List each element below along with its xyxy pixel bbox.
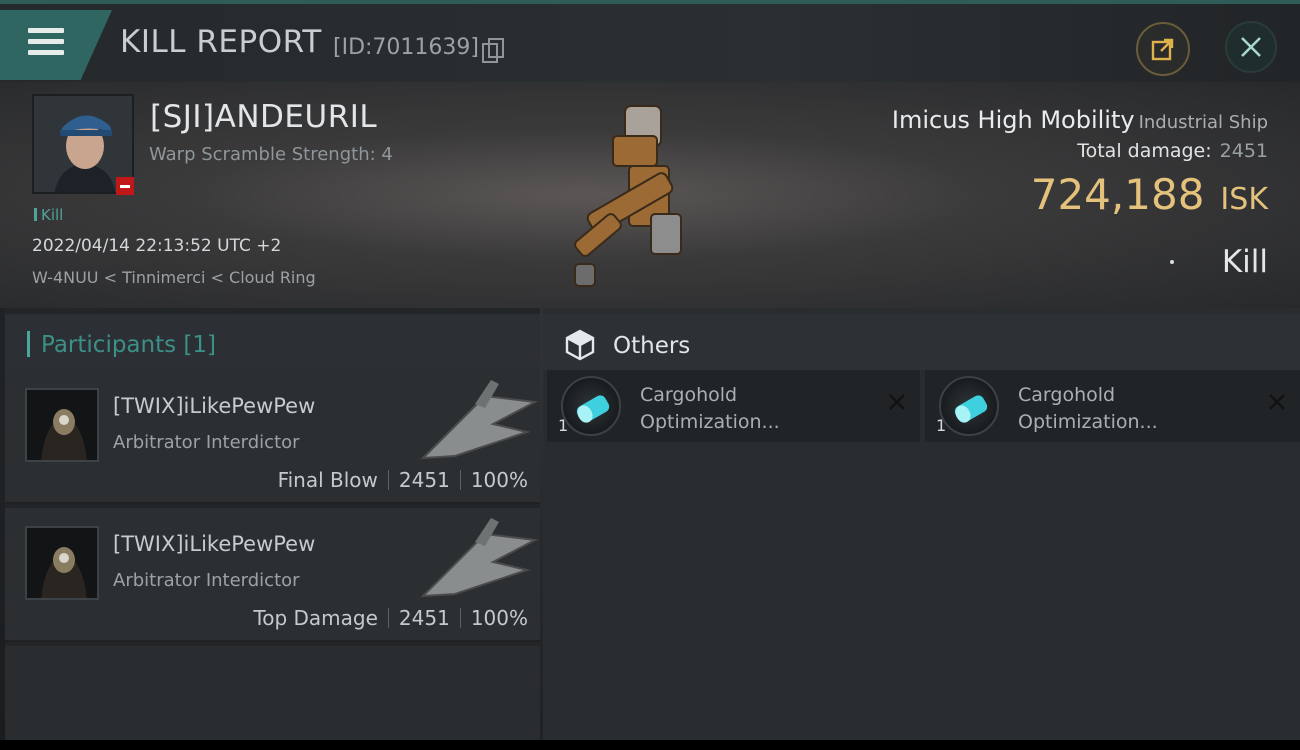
participant-percent: 100% — [470, 468, 528, 492]
item-name: Cargohold Optimization... — [640, 382, 840, 436]
total-damage-value: 2451 — [1219, 140, 1268, 162]
remove-icon[interactable] — [888, 393, 906, 411]
participant-avatar — [25, 388, 99, 462]
ship-class-text: Industrial Ship — [1138, 112, 1268, 133]
header-accent-bar — [27, 331, 30, 357]
others-item[interactable]: 1 Cargohold Optimization... — [547, 370, 920, 442]
participants-panel: Participants [1] [TWIX]iLikePewPew Arbit… — [5, 308, 540, 740]
standing-minus-icon — [116, 177, 134, 195]
kill-tag: Kill — [34, 206, 63, 224]
item-name-line1: Cargohold — [1018, 384, 1116, 406]
menu-icon — [28, 28, 64, 56]
participant-stats: Final Blow 2451 100% — [278, 468, 528, 492]
victim-ship-name: Imicus High Mobility Industrial Ship — [892, 106, 1268, 134]
close-icon — [1241, 37, 1261, 57]
close-button[interactable] — [1225, 21, 1277, 73]
kill-datetime: 2022/04/14 22:13:52 UTC +2 — [32, 236, 282, 256]
module-icon — [939, 376, 999, 436]
warp-scramble-strength: Warp Scramble Strength: 4 — [149, 144, 393, 165]
participant-ship: Arbitrator Interdictor — [113, 570, 300, 591]
decorative-dot — [1170, 260, 1174, 264]
isk-value: 724,188 ISK — [1031, 170, 1268, 219]
report-id: [ID:7011639] — [333, 35, 479, 60]
participant-ship-image — [420, 518, 539, 598]
isk-unit: ISK — [1220, 182, 1268, 217]
item-name-line2: Optimization... — [1018, 411, 1158, 433]
item-name-line2: Optimization... — [640, 411, 780, 433]
victim-ship-image — [574, 105, 682, 287]
total-damage-label: Total damage: — [1077, 140, 1212, 162]
participant-row[interactable]: [TWIX]iLikePewPew Arbitrator Interdictor… — [5, 370, 540, 504]
item-name: Cargohold Optimization... — [1018, 382, 1218, 436]
header: KILL REPORT [ID:7011639] — [0, 4, 1300, 82]
participant-percent: 100% — [470, 606, 528, 630]
victim-banner: [SJI]ANDEURIL Warp Scramble Strength: 4 … — [0, 82, 1300, 308]
others-header: Others — [543, 314, 1300, 370]
participant-ship-image — [420, 380, 539, 460]
participant-ship: Arbitrator Interdictor — [113, 432, 300, 453]
menu-button[interactable] — [0, 10, 112, 80]
participants-label: Participants [1] — [41, 332, 216, 358]
participant-stats: Top Damage 2451 100% — [253, 606, 528, 630]
item-quantity: 1 — [558, 416, 569, 435]
participant-role: Top Damage — [253, 606, 378, 630]
kill-type: Kill — [1221, 244, 1268, 280]
isk-amount: 724,188 — [1030, 170, 1205, 219]
participant-name: [TWIX]iLikePewPew — [113, 394, 316, 418]
module-icon — [561, 376, 621, 436]
others-panel: Others 1 Cargohold Optimization... 1 Car… — [543, 308, 1300, 740]
others-label: Others — [613, 333, 691, 359]
participant-role: Final Blow — [277, 468, 378, 492]
share-icon — [1151, 38, 1174, 61]
item-quantity: 1 — [936, 416, 947, 435]
cube-icon — [565, 329, 595, 361]
participant-name: [TWIX]iLikePewPew — [113, 532, 316, 556]
participants-header[interactable]: Participants [1] — [5, 314, 540, 370]
bottom-edge — [0, 740, 1300, 750]
remove-icon[interactable] — [1268, 393, 1286, 411]
participant-damage: 2451 — [398, 468, 450, 492]
ship-name-text: Imicus High Mobility — [891, 106, 1135, 134]
participant-row[interactable]: [TWIX]iLikePewPew Arbitrator Interdictor… — [5, 508, 540, 642]
kill-location[interactable]: W-4NUU < Tinnimerci < Cloud Ring — [32, 268, 316, 287]
participant-damage: 2451 — [398, 606, 450, 630]
others-item[interactable]: 1 Cargohold Optimization... — [925, 370, 1300, 442]
total-damage: Total damage: 2451 — [1077, 140, 1268, 162]
kill-report-screen: KILL REPORT [ID:7011639] [SJI]ANDEURIL W… — [0, 0, 1300, 740]
page-title: KILL REPORT — [120, 24, 322, 60]
copy-icon[interactable] — [482, 38, 504, 63]
participants-empty-area — [5, 646, 540, 740]
share-button[interactable] — [1136, 22, 1190, 76]
item-name-line1: Cargohold — [640, 384, 738, 406]
victim-name: [SJI]ANDEURIL — [150, 99, 378, 135]
participant-avatar — [25, 526, 99, 600]
